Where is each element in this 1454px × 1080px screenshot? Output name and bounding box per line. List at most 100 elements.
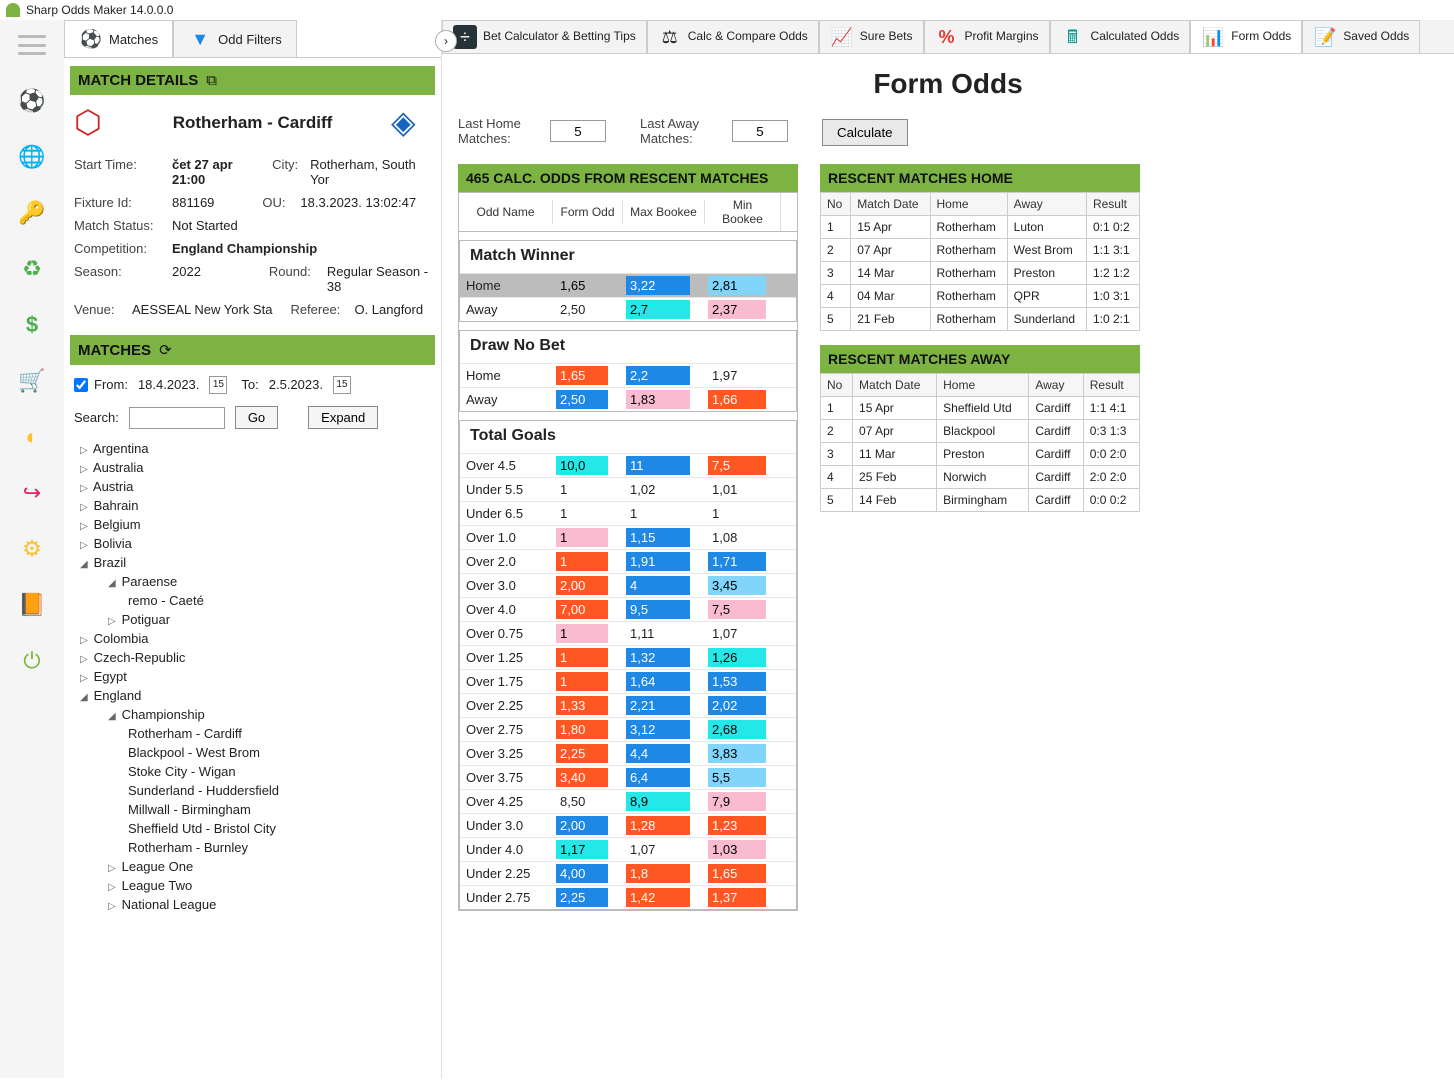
search-input[interactable]: [129, 407, 225, 429]
odds-row[interactable]: Over 1.25 1 1,32 1,26: [460, 645, 796, 669]
tree-node[interactable]: ▷ League One: [96, 857, 431, 876]
col-form-odd[interactable]: Form Odd: [553, 200, 623, 224]
table-row[interactable]: 314 MarRotherhamPreston1:2 1:2: [821, 262, 1140, 285]
col-away[interactable]: Away: [1007, 193, 1086, 216]
tree-node[interactable]: ▷ Austria: [74, 477, 431, 496]
table-row[interactable]: 425 FebNorwichCardiff2:0 2:0: [821, 466, 1140, 489]
odds-row[interactable]: Away 2,50 1,83 1,66: [460, 387, 796, 411]
tree-leaf[interactable]: Millwall - Birmingham: [118, 800, 431, 819]
tree-node[interactable]: ▷ Argentina: [74, 439, 431, 458]
tree-leaf[interactable]: Stoke City - Wigan: [118, 762, 431, 781]
col-home[interactable]: Home: [937, 374, 1029, 397]
tree-node[interactable]: ▷ Colombia: [74, 629, 431, 648]
help-icon[interactable]: 📙: [17, 590, 47, 620]
refresh-icon[interactable]: ♻: [17, 254, 47, 284]
tree-leaf[interactable]: Rotherham - Burnley: [118, 838, 431, 857]
table-row[interactable]: 207 AprBlackpoolCardiff0:3 1:3: [821, 420, 1140, 443]
date-enable-checkbox[interactable]: [74, 378, 88, 392]
calendar-from-icon[interactable]: 15: [209, 376, 227, 394]
tree-node[interactable]: ▷ Bahrain: [74, 496, 431, 515]
col-result[interactable]: Result: [1086, 193, 1139, 216]
dollar-icon[interactable]: $: [17, 310, 47, 340]
gear-icon[interactable]: ⚙: [17, 534, 47, 564]
odds-row[interactable]: Home 1,65 3,22 2,81: [460, 273, 796, 297]
odds-row[interactable]: Over 3.0 2,00 4 3,45: [460, 573, 796, 597]
odds-row[interactable]: Under 2.25 4,00 1,8 1,65: [460, 861, 796, 885]
tree-node[interactable]: ▷ Bolivia: [74, 534, 431, 553]
col-max-bookee[interactable]: Max Bookee: [623, 200, 705, 224]
col-result[interactable]: Result: [1083, 374, 1139, 397]
tree-leaf[interactable]: Blackpool - West Brom: [118, 743, 431, 762]
col-no[interactable]: No: [821, 193, 851, 216]
tab-saved-odds[interactable]: 📝Saved Odds: [1302, 20, 1420, 53]
odds-row[interactable]: Under 2.75 2,25 1,42 1,37: [460, 885, 796, 909]
tab-calc-compare[interactable]: ⚖Calc & Compare Odds: [647, 20, 819, 53]
table-row[interactable]: 311 MarPrestonCardiff0:0 2:0: [821, 443, 1140, 466]
odds-row[interactable]: Over 4.0 7,00 9,5 7,5: [460, 597, 796, 621]
col-odd-name[interactable]: Odd Name: [459, 200, 553, 224]
country-tree[interactable]: ▷ Argentina▷ Australia▷ Austria▷ Bahrain…: [64, 435, 441, 1078]
table-row[interactable]: 207 AprRotherhamWest Brom1:1 3:1: [821, 239, 1140, 262]
calendar-to-icon[interactable]: 15: [333, 376, 351, 394]
odds-row[interactable]: Under 6.5 1 1 1: [460, 501, 796, 525]
collapse-panel-icon[interactable]: ›: [435, 30, 457, 52]
tree-node[interactable]: ▷ Czech-Republic: [74, 648, 431, 667]
copy-icon[interactable]: ⧉: [206, 72, 217, 89]
tree-node[interactable]: ▷ League Two: [96, 876, 431, 895]
tree-node[interactable]: ▷ Belgium: [74, 515, 431, 534]
calculate-button[interactable]: Calculate: [822, 119, 908, 146]
tree-node[interactable]: ▷ Potiguar: [96, 610, 431, 629]
odds-row[interactable]: Over 1.75 1 1,64 1,53: [460, 669, 796, 693]
from-date[interactable]: 18.4.2023.: [134, 375, 203, 394]
keys-icon[interactable]: 🔑: [17, 198, 47, 228]
col-date[interactable]: Match Date: [853, 374, 937, 397]
tree-node[interactable]: ▷ Australia: [74, 458, 431, 477]
odds-row[interactable]: Over 3.75 3,40 6,4 5,5: [460, 765, 796, 789]
tree-leaf[interactable]: Rotherham - Cardiff: [118, 724, 431, 743]
odds-row[interactable]: Under 3.0 2,00 1,28 1,23: [460, 813, 796, 837]
odds-row[interactable]: Over 4.25 8,50 8,9 7,9: [460, 789, 796, 813]
gauge-icon[interactable]: ◐: [17, 422, 47, 452]
odds-row[interactable]: Over 1.0 1 1,15 1,08: [460, 525, 796, 549]
odds-row[interactable]: Away 2,50 2,7 2,37: [460, 297, 796, 321]
go-button[interactable]: Go: [235, 406, 278, 429]
odds-row[interactable]: Over 3.25 2,25 4,4 3,83: [460, 741, 796, 765]
col-away[interactable]: Away: [1029, 374, 1083, 397]
tab-form-odds[interactable]: 📊Form Odds: [1190, 20, 1302, 53]
col-no[interactable]: No: [821, 374, 853, 397]
odds-row[interactable]: Under 4.0 1,17 1,07 1,03: [460, 837, 796, 861]
tab-odd-filters[interactable]: ▼ Odd Filters: [173, 20, 297, 57]
tree-node[interactable]: ◢ Championship: [96, 705, 431, 724]
tree-node[interactable]: ◢ England: [74, 686, 431, 705]
last-away-input[interactable]: [732, 120, 788, 142]
ball-icon[interactable]: ⚽: [17, 86, 47, 116]
table-row[interactable]: 514 FebBirminghamCardiff0:0 0:2: [821, 489, 1140, 512]
odds-row[interactable]: Over 2.25 1,33 2,21 2,02: [460, 693, 796, 717]
col-home[interactable]: Home: [930, 193, 1007, 216]
table-row[interactable]: 521 FebRotherhamSunderland1:0 2:1: [821, 308, 1140, 331]
reload-icon[interactable]: ⟳: [159, 341, 172, 359]
col-date[interactable]: Match Date: [851, 193, 930, 216]
tree-node[interactable]: ▷ Egypt: [74, 667, 431, 686]
power-icon[interactable]: ⏻: [17, 646, 47, 676]
odds-row[interactable]: Over 2.75 1,80 3,12 2,68: [460, 717, 796, 741]
odds-row[interactable]: Under 5.5 1 1,02 1,01: [460, 477, 796, 501]
cart-icon[interactable]: 🛒: [17, 366, 47, 396]
tab-sure-bets[interactable]: 📈Sure Bets: [819, 20, 924, 53]
tree-leaf[interactable]: Sheffield Utd - Bristol City: [118, 819, 431, 838]
odds-row[interactable]: Over 0.75 1 1,11 1,07: [460, 621, 796, 645]
table-row[interactable]: 115 AprSheffield UtdCardiff1:1 4:1: [821, 397, 1140, 420]
tree-leaf[interactable]: remo - Caeté: [118, 591, 431, 610]
tab-calculated-odds[interactable]: 🖩Calculated Odds: [1050, 20, 1191, 53]
tab-bet-calculator[interactable]: ÷Bet Calculator & Betting Tips: [442, 20, 647, 53]
table-row[interactable]: 404 MarRotherhamQPR1:0 3:1: [821, 285, 1140, 308]
expand-button[interactable]: Expand: [308, 406, 378, 429]
tab-matches[interactable]: ⚽ Matches: [64, 20, 173, 57]
odds-row[interactable]: Over 2.0 1 1,91 1,71: [460, 549, 796, 573]
globe-icon[interactable]: 🌐: [17, 142, 47, 172]
share-icon[interactable]: ↪: [17, 478, 47, 508]
odds-row[interactable]: Over 4.5 10,0 11 7,5: [460, 453, 796, 477]
tab-profit-margins[interactable]: %Profit Margins: [924, 20, 1050, 53]
tree-node[interactable]: ◢ Paraense: [96, 572, 431, 591]
tree-node[interactable]: ▷ National League: [96, 895, 431, 914]
